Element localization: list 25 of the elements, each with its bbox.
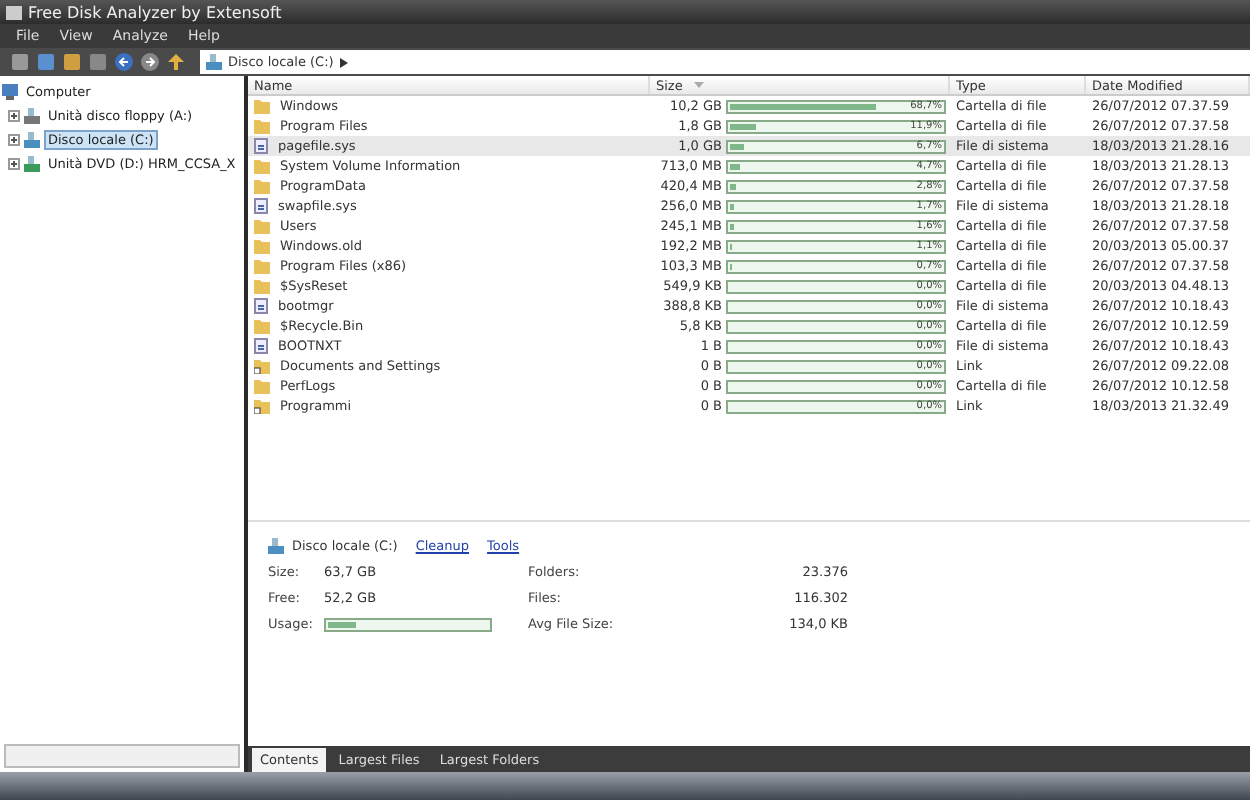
app-icon [6, 5, 22, 19]
sort-caret-icon [694, 82, 705, 88]
hard-drive-icon [268, 538, 284, 554]
floppy-drive-icon [24, 108, 40, 124]
hard-drive-icon [206, 54, 222, 70]
up-arrow-icon[interactable] [166, 52, 186, 72]
dvd-drive-icon [24, 156, 40, 172]
shortcut-folder-icon [254, 398, 270, 414]
file-icon [254, 138, 268, 154]
shortcut-folder-icon [254, 358, 270, 374]
file-icon [254, 298, 268, 314]
caret-icon[interactable] [339, 57, 348, 67]
file-icon [254, 338, 268, 354]
hard-drive-icon [24, 132, 40, 148]
expand-icon[interactable] [8, 158, 20, 170]
horizontal-scrollbar[interactable] [4, 744, 240, 768]
forward-icon[interactable] [140, 52, 160, 72]
expand-icon[interactable] [8, 134, 20, 146]
file-icon [254, 198, 268, 214]
computer-icon [2, 84, 18, 100]
back-icon[interactable] [114, 52, 134, 72]
window-title-text: Free Disk Analyzer by Extensoft [28, 3, 282, 21]
expand-icon[interactable] [8, 110, 20, 122]
folder-icon [254, 378, 270, 394]
folder-icon [254, 318, 270, 334]
